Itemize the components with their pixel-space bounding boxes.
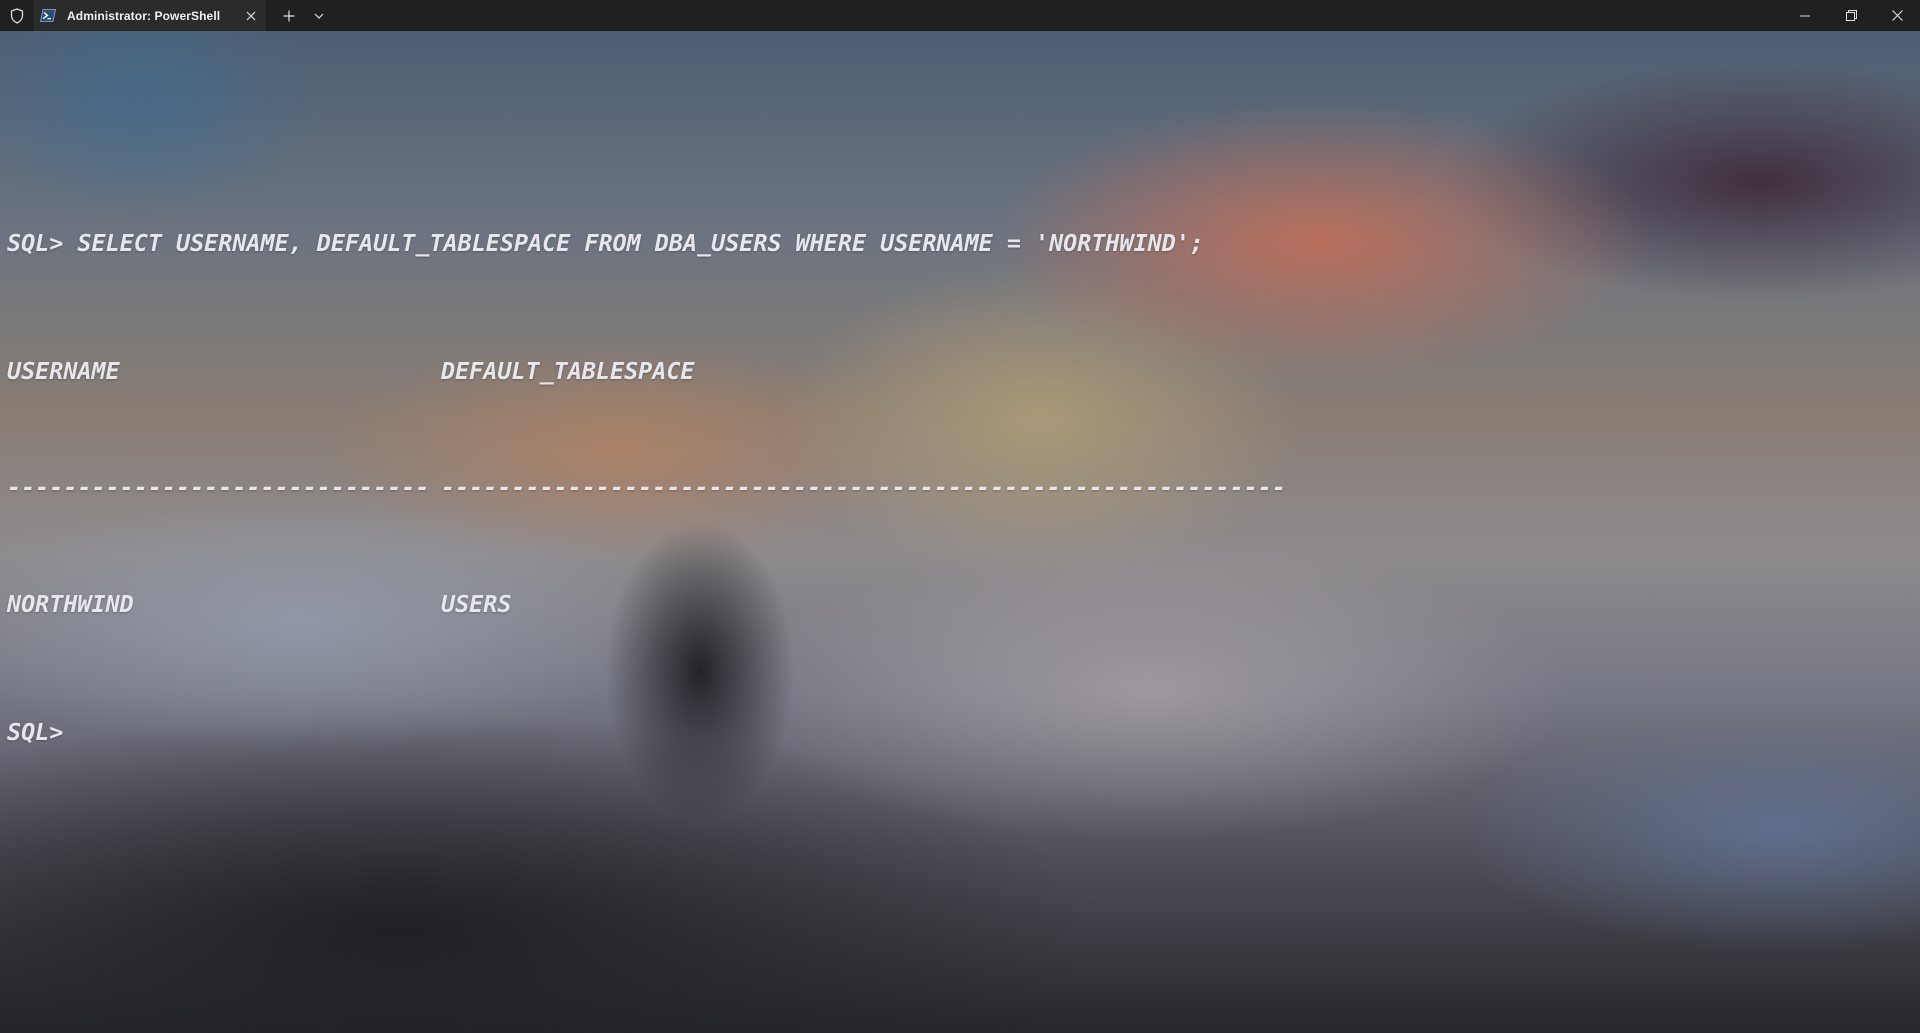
tab-powershell[interactable]: Administrator: PowerShell (34, 0, 266, 31)
shield-icon (0, 0, 34, 31)
terminal-area[interactable]: SQL> SELECT USERNAME, DEFAULT_TABLESPACE… (0, 31, 1920, 1033)
plus-icon (283, 10, 295, 21)
prompt-line: SQL> (7, 717, 64, 746)
restore-button[interactable] (1828, 0, 1874, 31)
column-header-default-tablespace: DEFAULT_TABLESPACE (441, 356, 695, 385)
column-header-row: USERNAME DEFAULT_TABLESPACE (7, 350, 1204, 393)
separator-username: ------------------------------ (7, 473, 430, 502)
titlebar-drag-area[interactable] (330, 0, 1782, 31)
terminal-output[interactable]: SQL> SELECT USERNAME, DEFAULT_TABLESPACE… (7, 31, 1286, 838)
separator-row: ------------------------------ ----------… (7, 475, 1286, 499)
tab-dropdown-button[interactable] (308, 0, 330, 31)
new-tab-button[interactable] (270, 0, 308, 31)
restore-icon (1845, 10, 1857, 21)
close-tab-button[interactable] (236, 0, 266, 31)
close-window-button[interactable] (1874, 0, 1920, 31)
cell-username: NORTHWIND (7, 590, 134, 619)
minimize-icon (1800, 15, 1810, 16)
column-header-username: USERNAME (7, 356, 120, 385)
command-line: SQL> SELECT USERNAME, DEFAULT_TABLESPACE… (7, 229, 1204, 258)
powershell-icon (40, 9, 58, 23)
title-bar[interactable]: Administrator: PowerShell (0, 0, 1920, 31)
separator-default-tablespace: ----------------------------------------… (441, 473, 1286, 502)
close-icon (1891, 10, 1903, 21)
minimize-button[interactable] (1782, 0, 1828, 31)
table-row: NORTHWIND USERS (7, 583, 1204, 626)
close-icon (246, 11, 256, 20)
cell-default-tablespace: USERS (441, 590, 512, 619)
chevron-down-icon (314, 13, 324, 19)
tab-title: Administrator: PowerShell (67, 8, 221, 23)
terminal-window: Administrator: PowerShell SQL> SELECT US… (0, 0, 1920, 1033)
